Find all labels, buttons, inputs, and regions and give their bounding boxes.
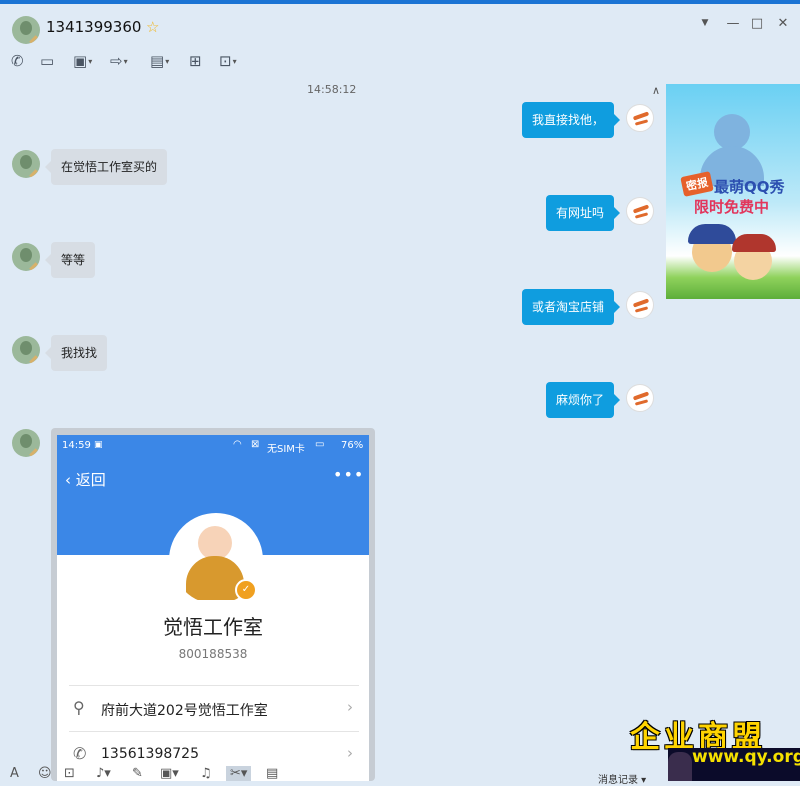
self-avatar[interactable]	[626, 104, 654, 132]
close-icon[interactable]: ✕	[774, 16, 792, 31]
ad-characters	[688, 224, 778, 294]
contact-name[interactable]: 1341399360	[46, 18, 141, 36]
verified-badge-icon: ✓	[235, 579, 257, 601]
battery-icon: ▭	[315, 439, 325, 450]
phone-time: 14:59	[62, 440, 91, 451]
video-icon[interactable]: ▭	[40, 52, 54, 76]
message-bubble-in[interactable]: 我找找	[44, 335, 108, 371]
chevron-right-icon: ›	[347, 744, 353, 762]
phone-status-bar: 14:59 ▣ ◠ ⊠ 无SIM卡 ▭ 76%	[57, 435, 369, 457]
phone-screenshot: 14:59 ▣ ◠ ⊠ 无SIM卡 ▭ 76% ‹ 返回 ••• ✓ 觉悟工作室…	[57, 435, 369, 781]
dropdown-icon[interactable]: ▼	[696, 18, 714, 28]
toolbar: ✆ ▭ ▣▾ ⇨▾ ▤▾ ⊞ ⊡▾	[0, 52, 300, 76]
shop-name: 觉悟工作室	[163, 615, 263, 639]
mic-icon[interactable]: ♪▾	[96, 766, 111, 781]
maximize-icon[interactable]: □	[748, 16, 766, 31]
phone-notification-icon: ▣	[94, 440, 103, 450]
ad-silhouette-head	[714, 114, 750, 150]
message-bubble-in[interactable]: 在觉悟工作室买的	[44, 149, 168, 185]
message-bubble-in[interactable]: 等等	[44, 242, 96, 278]
apps-icon[interactable]: ⊡▾	[219, 52, 237, 76]
self-avatar[interactable]	[626, 197, 654, 225]
more-icon: •••	[333, 465, 365, 484]
pen-icon[interactable]: ✎	[132, 766, 143, 781]
ad-subline: 限时免费中	[694, 198, 770, 216]
contact-avatar[interactable]	[12, 150, 40, 178]
image-icon[interactable]: ▣▾	[160, 766, 179, 781]
message-bubble-out[interactable]: 麻烦你了	[545, 382, 621, 418]
image-message[interactable]: 14:59 ▣ ◠ ⊠ 无SIM卡 ▭ 76% ‹ 返回 ••• ✓ 觉悟工作室…	[51, 428, 375, 781]
contact-avatar[interactable]	[12, 336, 40, 364]
sim-icon: ⊠	[251, 439, 260, 450]
phone-sim-status: 无SIM卡	[267, 444, 305, 455]
address-text: 府前大道202号觉悟工作室	[101, 703, 268, 719]
message-bubble-out[interactable]: 或者淘宝店铺	[521, 289, 621, 325]
location-icon: ⚲	[73, 698, 85, 717]
title-bar: 1341399360 ☆ ▼ — □ ✕	[0, 4, 800, 52]
self-avatar[interactable]	[626, 291, 654, 319]
minimize-icon[interactable]: —	[724, 16, 742, 31]
ad-headline: 最萌QQ秀	[714, 178, 785, 196]
remote-desktop-icon[interactable]: ▤▾	[150, 52, 169, 76]
screen-share-icon[interactable]: ▣▾	[73, 52, 92, 76]
message-bubble-out[interactable]: 有网址吗	[545, 195, 621, 231]
phone-icon: ✆	[73, 744, 87, 763]
address-row: ⚲ 府前大道202号觉悟工作室 ›	[69, 685, 359, 732]
message-bubble-out[interactable]: 我直接找他，	[521, 102, 621, 138]
back-button: ‹ 返回	[65, 471, 106, 489]
contact-avatar[interactable]	[12, 429, 40, 457]
phone-number-text: 13561398725	[101, 746, 199, 762]
back-label: 返回	[75, 471, 106, 489]
phone-battery: 76%	[341, 440, 364, 451]
shop-id: 800188538	[178, 647, 248, 661]
contact-avatar[interactable]	[12, 16, 40, 44]
qq-show-ad[interactable]: 密报 最萌QQ秀 限时免费中	[666, 84, 800, 299]
watermark-figure	[668, 752, 692, 781]
star-icon[interactable]: ☆	[146, 18, 159, 36]
message-history-button[interactable]: 消息记录 ▾	[598, 771, 646, 786]
file-transfer-icon[interactable]: ⇨▾	[110, 52, 128, 76]
music-icon[interactable]: ♫	[200, 766, 212, 781]
scissors-icon[interactable]: ✂▾	[226, 766, 252, 781]
chevron-right-icon: ›	[347, 698, 353, 716]
add-icon[interactable]: ⊞	[189, 52, 202, 76]
phone-icon[interactable]: ✆	[11, 52, 24, 76]
contact-avatar[interactable]	[12, 243, 40, 271]
watermark-url: www.qy.org.cn	[692, 747, 800, 767]
more-tools-icon[interactable]: ▤	[266, 766, 278, 781]
self-avatar[interactable]	[626, 384, 654, 412]
input-toolbar: A ☺ ⊡ ♪▾ ✎ ▣▾ ♫ ✂▾ ▤	[0, 766, 600, 781]
emoji-icon[interactable]: ☺	[38, 766, 52, 781]
message-timestamp: 14:58:12	[307, 83, 357, 96]
wifi-icon: ◠	[233, 439, 242, 450]
ad-tag: 密报	[680, 171, 714, 197]
gif-icon[interactable]: ⊡	[64, 766, 75, 781]
ad-close-icon[interactable]: ∧	[652, 84, 660, 97]
font-icon[interactable]: A	[10, 766, 19, 781]
